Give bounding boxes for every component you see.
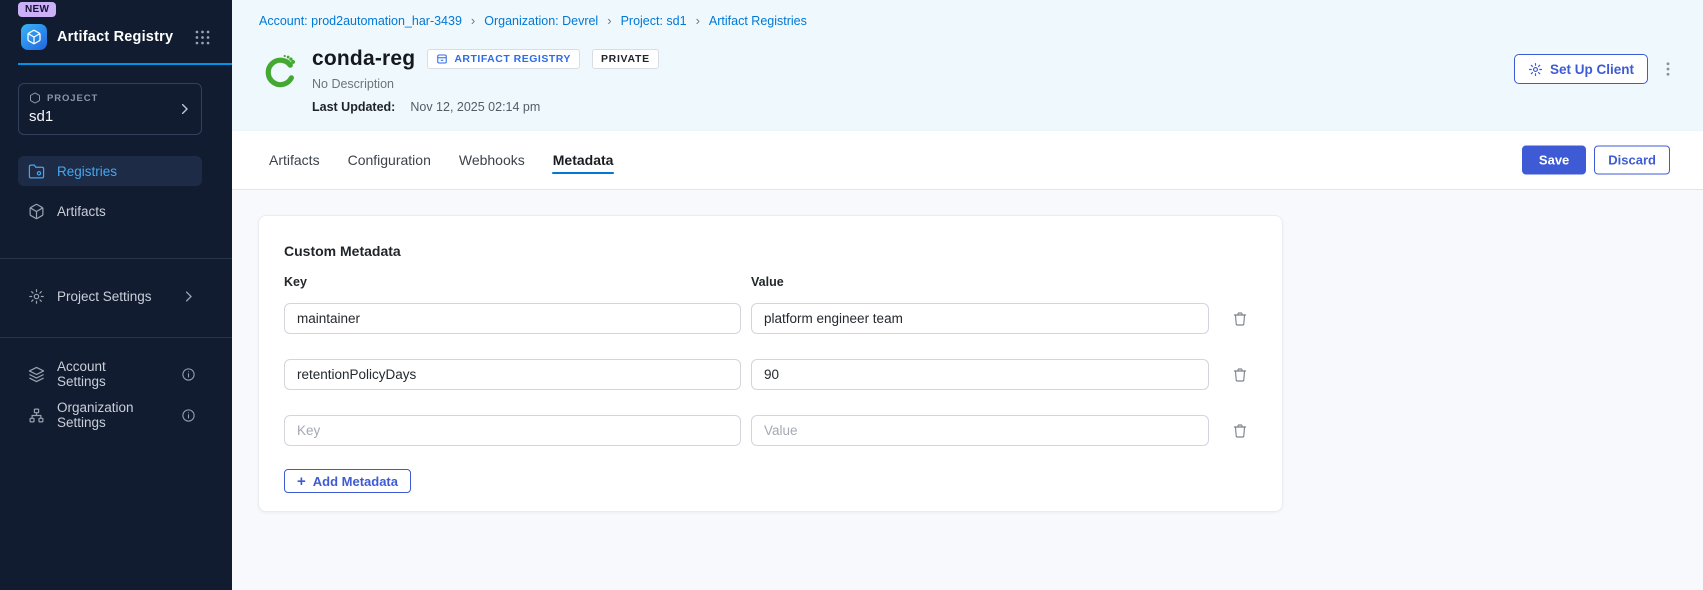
main-area: Account: prod2automation_har-3439 › Orga… xyxy=(232,0,1703,590)
key-input-2[interactable] xyxy=(284,359,741,390)
metadata-row xyxy=(284,359,1257,390)
new-badge: NEW xyxy=(18,2,57,17)
registry-folder-icon xyxy=(28,164,45,178)
project-label: PROJECT xyxy=(47,92,99,104)
metadata-column-headers: Key Value xyxy=(284,275,1257,289)
key-column-header: Key xyxy=(284,275,307,289)
chevron-right-icon xyxy=(185,290,192,302)
breadcrumb: Account: prod2automation_har-3439 › Orga… xyxy=(259,13,807,28)
custom-metadata-card: Custom Metadata Key Value maintainer pla… xyxy=(258,215,1283,512)
last-updated-value: Nov 12, 2025 02:14 pm xyxy=(410,100,541,114)
metadata-row xyxy=(284,303,1257,334)
sidebar-divider xyxy=(0,258,232,259)
breadcrumb-link-account[interactable]: Account: prod2automation_har-3439 xyxy=(259,14,462,28)
sidebar-item-project-settings[interactable]: Project Settings xyxy=(18,281,206,311)
kebab-menu-button[interactable] xyxy=(1659,57,1677,81)
breadcrumb-link-artifact-registries[interactable]: Artifact Registries xyxy=(709,14,807,28)
sidebar-item-label: Project Settings xyxy=(57,288,152,304)
tab-configuration[interactable]: Configuration xyxy=(347,131,432,189)
breadcrumb-link-project[interactable]: Project: sd1 xyxy=(621,14,687,28)
sidebar: NEW Artifact Registry PROJECT sd1 Regist… xyxy=(0,0,232,590)
private-badge: PRIVATE xyxy=(591,49,659,69)
project-selector[interactable]: PROJECT sd1 xyxy=(18,83,202,135)
sidebar-item-artifacts[interactable]: Artifacts xyxy=(18,196,202,226)
add-metadata-button[interactable]: + Add Metadata xyxy=(284,469,411,493)
value-input-2[interactable] xyxy=(751,359,1209,390)
tab-artifacts[interactable]: Artifacts xyxy=(268,131,321,189)
gear-icon xyxy=(29,288,44,304)
save-button[interactable]: Save xyxy=(1521,145,1587,175)
org-chart-icon xyxy=(29,408,44,422)
breadcrumb-separator: › xyxy=(695,13,700,28)
artifact-registry-logo-icon xyxy=(21,24,47,50)
discard-button[interactable]: Discard xyxy=(1594,145,1670,175)
conda-logo-icon xyxy=(265,54,296,88)
section-title: Custom Metadata xyxy=(284,243,401,259)
registry-description: No Description xyxy=(312,77,394,91)
sidebar-nav: Registries Artifacts xyxy=(0,156,232,226)
trash-icon xyxy=(1233,367,1247,382)
setup-client-button[interactable]: Set Up Client xyxy=(1513,54,1648,84)
value-column-header: Value xyxy=(751,275,784,289)
breadcrumb-link-organization[interactable]: Organization: Devrel xyxy=(484,14,598,28)
trash-icon xyxy=(1233,311,1247,326)
trash-icon xyxy=(1233,423,1247,438)
layers-icon xyxy=(28,366,45,382)
tab-bar: Artifacts Configuration Webhooks Metadat… xyxy=(232,131,1703,190)
chevron-right-icon xyxy=(181,103,188,115)
last-updated: Last Updated: Nov 12, 2025 02:14 pm xyxy=(312,100,659,114)
plus-icon: + xyxy=(297,472,306,490)
sidebar-item-label: Artifacts xyxy=(57,203,106,219)
tab-actions: Save Discard xyxy=(1521,145,1670,175)
registry-header-band: Account: prod2automation_har-3439 › Orga… xyxy=(232,0,1703,131)
artifact-registry-badge: ARTIFACT REGISTRY xyxy=(427,49,580,69)
project-name: sd1 xyxy=(29,108,54,125)
sidebar-item-label: Organization Settings xyxy=(57,400,134,430)
value-input-1[interactable] xyxy=(751,303,1209,334)
sidebar-item-organization-settings[interactable]: Organization Settings xyxy=(18,400,206,430)
gear-icon xyxy=(1528,62,1543,76)
metadata-row xyxy=(284,415,1257,446)
app-title: Artifact Registry xyxy=(57,29,174,45)
info-icon[interactable] xyxy=(181,408,196,423)
registry-box-icon xyxy=(437,54,448,64)
header-actions: Set Up Client xyxy=(1513,54,1677,84)
sidebar-item-registries[interactable]: Registries xyxy=(18,156,202,186)
sidebar-item-account-settings[interactable]: Account Settings xyxy=(18,359,206,389)
registry-header: conda-reg ARTIFACT REGISTRY PRIVATE No D… xyxy=(262,47,659,114)
sidebar-item-label: Registries xyxy=(57,163,118,179)
cube-icon xyxy=(30,92,40,104)
breadcrumb-separator: › xyxy=(607,13,612,28)
module-accent-line xyxy=(18,63,232,65)
tab-webhooks[interactable]: Webhooks xyxy=(458,131,526,189)
info-icon[interactable] xyxy=(181,367,196,382)
delete-row-button[interactable] xyxy=(1229,364,1251,386)
sidebar-item-label: Account Settings xyxy=(57,359,106,389)
key-input-3[interactable] xyxy=(284,415,741,446)
delete-row-button[interactable] xyxy=(1229,308,1251,330)
cube-icon xyxy=(29,203,44,219)
tab-metadata[interactable]: Metadata xyxy=(551,131,615,189)
breadcrumb-separator: › xyxy=(470,13,476,28)
value-input-3[interactable] xyxy=(751,415,1209,446)
key-input-1[interactable] xyxy=(284,303,741,334)
metadata-tab-content: Custom Metadata Key Value maintainer pla… xyxy=(232,190,1703,590)
delete-row-button[interactable] xyxy=(1229,420,1251,442)
last-updated-label: Last Updated: xyxy=(312,100,396,114)
page-title: conda-reg xyxy=(312,47,416,70)
sidebar-divider xyxy=(0,337,232,338)
module-grid-icon[interactable] xyxy=(193,28,212,47)
